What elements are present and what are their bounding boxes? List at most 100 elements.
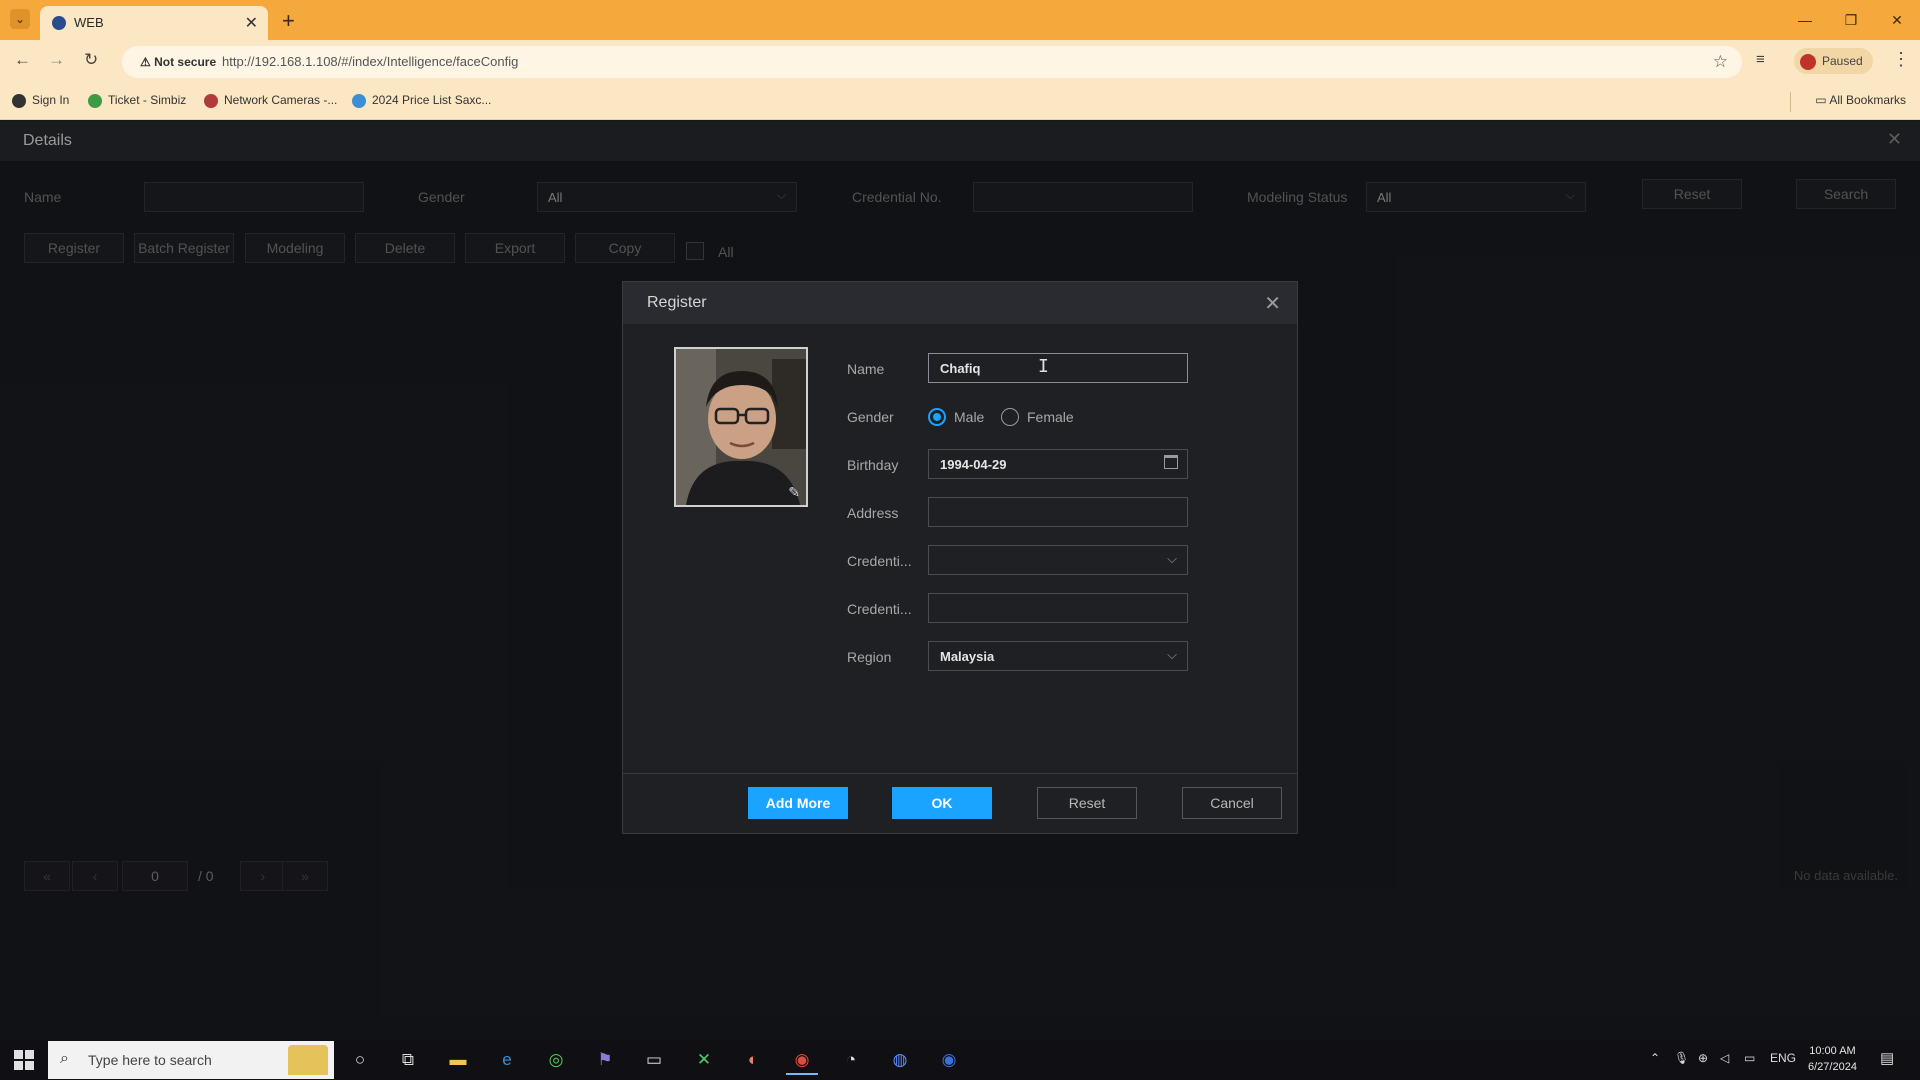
register-dialog: Register ✕ ✎ Name Chafiq I Gender Male F… — [622, 281, 1298, 834]
bookmark-label: Sign In — [32, 93, 70, 107]
region-label: Region — [847, 649, 892, 665]
edge-icon[interactable]: e — [491, 1045, 523, 1075]
region-value: Malaysia — [940, 649, 995, 664]
app3-icon[interactable]: ◍ — [884, 1045, 916, 1075]
notification-center-icon[interactable]: ▤ — [1880, 1049, 1894, 1067]
birthday-value: 1994-04-29 — [940, 457, 1007, 472]
bookmark-network-cameras[interactable]: Network Cameras -... — [204, 93, 337, 108]
address-input[interactable] — [928, 497, 1188, 527]
new-tab-button[interactable]: + — [282, 8, 295, 34]
bookmark-favicon-icon — [204, 93, 218, 108]
chevron-down-icon: ⌵ — [1167, 647, 1177, 662]
network-status-icon[interactable]: ⊕ — [1698, 1051, 1708, 1065]
wifi-icon[interactable]: ▭ — [1744, 1051, 1755, 1065]
app4-icon[interactable]: ◉ — [933, 1045, 965, 1075]
bookmark-price-list[interactable]: 2024 Price List Saxc... — [352, 93, 491, 108]
all-bookmarks-button[interactable]: ▭ All Bookmarks — [1815, 93, 1906, 107]
bookmark-sign-in[interactable]: Sign In — [12, 93, 69, 108]
gender-radio-group: Male Female — [928, 408, 1188, 428]
gender-female-radio[interactable] — [1001, 408, 1019, 426]
name-input[interactable]: Chafiq — [928, 353, 1188, 383]
cortana-icon[interactable]: ○ — [344, 1045, 376, 1075]
minimize-icon[interactable]: — — [1782, 0, 1828, 40]
ok-button[interactable]: OK — [892, 787, 992, 819]
forward-icon[interactable]: → — [48, 50, 65, 70]
windows-taskbar: ⌕ Type here to search ○ ⧉ ▬ e ◎ ⚑ ▭ ✕ ◐ … — [0, 1039, 1920, 1080]
dialog-header: Register ✕ — [623, 282, 1297, 324]
browser-menu-icon[interactable]: ⋮ — [1892, 49, 1910, 70]
profile-paused-button[interactable]: Paused — [1794, 48, 1873, 74]
file-explorer-icon[interactable]: ▬ — [442, 1045, 474, 1075]
credential-type-label: Credenti... — [847, 553, 912, 569]
face-photo-image — [676, 349, 806, 505]
chevron-down-icon: ⌵ — [1167, 551, 1177, 566]
teams-icon[interactable]: ⚑ — [589, 1045, 621, 1075]
window-close-icon[interactable]: ✕ — [1874, 0, 1920, 40]
not-secure-badge[interactable]: ⚠ Not secure — [132, 52, 224, 72]
app-icon[interactable]: ◐ — [737, 1045, 769, 1075]
tab-search-button[interactable]: ⌄ — [10, 9, 30, 29]
globe-icon — [52, 16, 66, 30]
address-label: Address — [847, 505, 899, 521]
bookmark-favicon-icon — [352, 93, 366, 108]
window-controls: — ❐ ✕ — [1782, 0, 1920, 40]
excel-icon[interactable]: ✕ — [688, 1045, 720, 1075]
face-photo[interactable]: ✎ — [674, 347, 808, 507]
gender-female-label[interactable]: Female — [1027, 409, 1074, 425]
name-label: Name — [847, 361, 885, 377]
chrome-icon[interactable]: ◉ — [786, 1045, 818, 1075]
paused-label: Paused — [1822, 54, 1863, 68]
task-view-icon[interactable]: ⧉ — [392, 1045, 424, 1075]
windows-start-icon[interactable] — [14, 1050, 34, 1070]
not-secure-label: Not secure — [154, 55, 217, 69]
clock-time: 10:00 AM — [1809, 1045, 1856, 1057]
reload-icon[interactable]: ↻ — [84, 50, 98, 70]
bookmark-favicon-icon — [12, 93, 26, 108]
address-bar[interactable]: ⚠ Not secure http://192.168.1.108/#/inde… — [122, 46, 1742, 78]
url-text[interactable]: http://192.168.1.108/#/index/Intelligenc… — [222, 54, 518, 69]
bookmarks-bar: Sign In Ticket - Simbiz Network Cameras … — [0, 84, 1920, 120]
add-more-button[interactable]: Add More — [748, 787, 848, 819]
dialog-footer: Add More OK Reset Cancel — [623, 773, 1297, 833]
search-icon: ⌕ — [60, 1050, 69, 1067]
language-indicator[interactable]: ENG — [1770, 1051, 1796, 1065]
bookmark-ticket-simbiz[interactable]: Ticket - Simbiz — [88, 93, 186, 108]
volume-icon[interactable]: ◁ — [1720, 1051, 1729, 1065]
clock-date: 6/27/2024 — [1808, 1061, 1857, 1073]
gender-male-label[interactable]: Male — [954, 409, 984, 425]
dialog-title: Register — [647, 294, 707, 311]
taskbar-search-placeholder: Type here to search — [88, 1052, 212, 1068]
avatar — [1800, 53, 1816, 70]
terminal-icon[interactable]: ▭ — [638, 1045, 670, 1075]
tab-title: WEB — [74, 15, 104, 30]
bookmark-label: 2024 Price List Saxc... — [372, 93, 492, 107]
bookmark-star-icon[interactable]: ☆ — [1713, 52, 1728, 72]
microphone-icon[interactable]: 🎙 — [1674, 1051, 1689, 1065]
cancel-button[interactable]: Cancel — [1182, 787, 1282, 819]
dialog-close-icon[interactable]: ✕ — [1264, 291, 1281, 316]
dialog-reset-button[interactable]: Reset — [1037, 787, 1137, 819]
credential-no-label: Credenti... — [847, 601, 912, 617]
back-icon[interactable]: ← — [14, 50, 31, 70]
bookmark-label: Ticket - Simbiz — [108, 93, 187, 107]
credential-type-select[interactable]: ⌵ — [928, 545, 1188, 575]
credential-no-input[interactable] — [928, 593, 1188, 623]
browser-tab[interactable]: WEB ✕ — [40, 6, 268, 40]
system-clock[interactable]: 10:00 AM 6/27/2024 — [1808, 1043, 1857, 1075]
birthday-input[interactable]: 1994-04-29 — [928, 449, 1188, 479]
calendar-icon[interactable] — [1164, 455, 1178, 469]
all-bookmarks-label: All Bookmarks — [1829, 93, 1906, 107]
tray-chevron-icon[interactable]: ⌃ — [1650, 1051, 1660, 1065]
tab-close-icon[interactable]: ✕ — [245, 13, 258, 33]
gender-male-radio[interactable] — [928, 408, 946, 426]
edit-pencil-icon[interactable]: ✎ — [788, 484, 800, 501]
taskbar-search-box[interactable]: ⌕ Type here to search — [48, 1041, 334, 1079]
restore-icon[interactable]: ❐ — [1828, 0, 1874, 40]
browser-nav-bar: ← → ↻ ⚠ Not secure http://192.168.1.108/… — [0, 40, 1920, 84]
search-highlight-image — [288, 1045, 328, 1075]
media-controls-icon[interactable]: ≡ — [1756, 51, 1765, 68]
text-cursor-icon: I — [1038, 356, 1049, 377]
region-select[interactable]: Malaysia ⌵ — [928, 641, 1188, 671]
app2-icon[interactable]: ◔ — [835, 1045, 867, 1075]
whatsapp-icon[interactable]: ◎ — [540, 1045, 572, 1075]
